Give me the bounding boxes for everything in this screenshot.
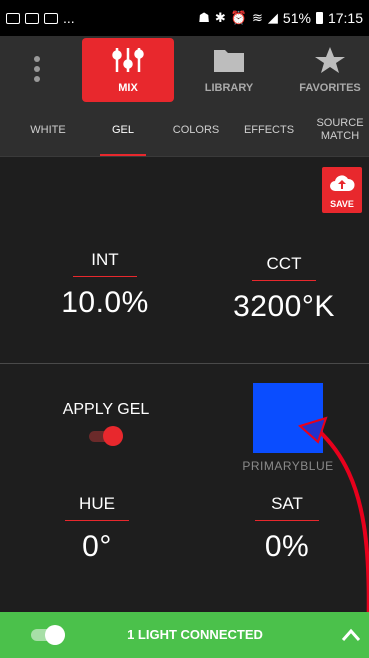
bluetooth-icon: ✱ bbox=[214, 10, 226, 25]
intensity-label: INT bbox=[91, 250, 119, 269]
tab-library-label: LIBRARY bbox=[204, 82, 254, 94]
hue-label: HUE bbox=[79, 494, 115, 513]
gel-name-label: PRIMARYBLUE bbox=[242, 459, 334, 473]
image-icon bbox=[6, 12, 20, 24]
hue-value[interactable]: 0° bbox=[52, 530, 142, 564]
battery-icon bbox=[315, 12, 323, 24]
sat-value[interactable]: 0% bbox=[242, 530, 332, 564]
status-right: ☗ ✱ ⏰ ≋ ◢ 51% 17:15 bbox=[198, 10, 363, 26]
signal-icon: ◢ bbox=[267, 10, 278, 25]
apply-gel-label: APPLY GEL bbox=[62, 401, 150, 418]
hue-underline bbox=[65, 520, 129, 521]
cct-control[interactable]: CCT 3200°K bbox=[214, 254, 354, 324]
android-icon: ☗ bbox=[198, 10, 210, 25]
gel-color-swatch[interactable] bbox=[253, 383, 323, 453]
intensity-underline bbox=[73, 276, 137, 277]
hue-control[interactable]: HUE 0° bbox=[52, 494, 142, 564]
outlook-icon bbox=[25, 12, 39, 24]
connection-status: 1 LIGHT CONNECTED bbox=[127, 627, 263, 642]
tab-library[interactable]: LIBRARY bbox=[183, 38, 275, 102]
tab-gel[interactable]: GEL bbox=[88, 104, 158, 156]
tab-mix-label: MIX bbox=[118, 82, 138, 94]
sliders-icon bbox=[112, 48, 144, 72]
tab-favorites-label: FAVORITES bbox=[299, 82, 361, 94]
tab-effects[interactable]: EFFECTS bbox=[234, 104, 304, 156]
connection-toggle-knob bbox=[45, 625, 65, 645]
cct-value[interactable]: 3200°K bbox=[214, 290, 354, 324]
cloud-upload-icon bbox=[330, 175, 355, 191]
chevron-up-icon[interactable] bbox=[340, 626, 362, 644]
apply-gel-toggle[interactable] bbox=[89, 426, 123, 446]
wifi-icon: ≋ bbox=[252, 10, 263, 25]
star-icon bbox=[315, 47, 345, 73]
connection-bar[interactable]: 1 LIGHT CONNECTED bbox=[0, 612, 369, 658]
folder-icon bbox=[214, 50, 244, 72]
intensity-value[interactable]: 10.0% bbox=[40, 286, 170, 320]
notifications-more: ... bbox=[63, 10, 75, 26]
sub-tabs: WHITE GEL COLORS EFFECTS SOURCE MATCH bbox=[0, 104, 369, 157]
sat-control[interactable]: SAT 0% bbox=[242, 494, 332, 564]
sat-label: SAT bbox=[271, 494, 303, 513]
tab-white[interactable]: WHITE bbox=[18, 104, 78, 156]
overflow-menu-icon[interactable] bbox=[30, 56, 44, 88]
tab-favorites[interactable]: FAVORITES bbox=[284, 38, 369, 102]
mode-bar: MIX LIBRARY FAVORITES bbox=[0, 36, 369, 104]
battery-percent: 51% bbox=[282, 10, 311, 26]
save-label: SAVE bbox=[330, 199, 354, 209]
sat-underline bbox=[255, 520, 319, 521]
status-left: ... bbox=[6, 10, 75, 26]
mail-icon bbox=[44, 12, 58, 24]
clock: 17:15 bbox=[327, 10, 363, 26]
tab-mix[interactable]: MIX bbox=[82, 38, 174, 102]
cct-label: CCT bbox=[266, 254, 302, 273]
connection-toggle[interactable] bbox=[31, 625, 65, 645]
apply-gel-toggle-knob bbox=[103, 426, 123, 446]
alarm-icon: ⏰ bbox=[230, 10, 248, 25]
tab-colors[interactable]: COLORS bbox=[165, 104, 227, 156]
save-button[interactable]: SAVE bbox=[322, 167, 362, 213]
tab-source-match[interactable]: SOURCE MATCH bbox=[312, 104, 368, 156]
intensity-control[interactable]: INT 10.0% bbox=[40, 250, 170, 320]
status-bar: ... ☗ ✱ ⏰ ≋ ◢ 51% 17:15 bbox=[0, 0, 369, 36]
section-divider bbox=[0, 363, 369, 364]
cct-underline bbox=[252, 280, 316, 281]
